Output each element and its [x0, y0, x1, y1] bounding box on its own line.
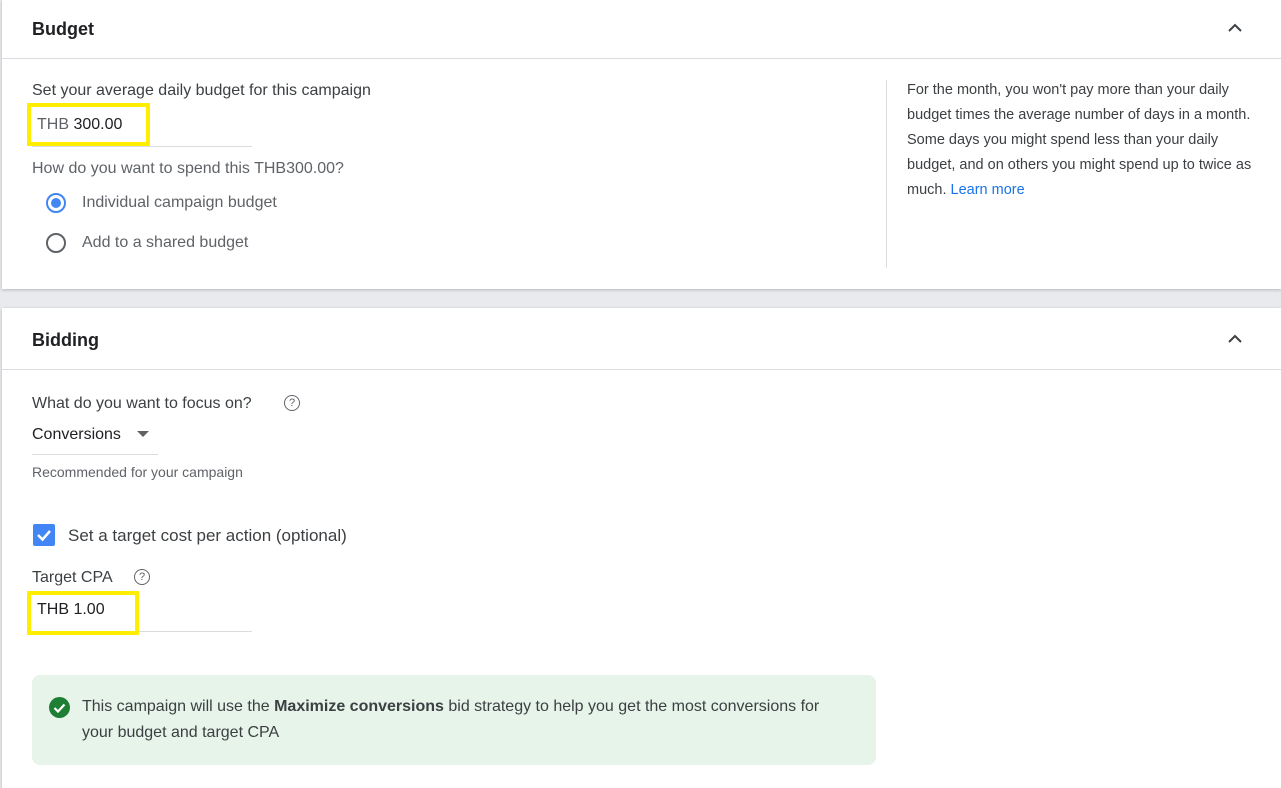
- focus-value: Conversions: [32, 426, 121, 443]
- divider: [886, 80, 887, 268]
- budget-prompt: Set your average daily budget for this c…: [32, 82, 371, 99]
- budget-title: Budget: [32, 19, 94, 39]
- learn-more-link[interactable]: Learn more: [951, 182, 1025, 198]
- radio-button[interactable]: [46, 193, 66, 213]
- spend-question: How do you want to spend this THB300.00?: [32, 160, 344, 177]
- focus-dropdown[interactable]: Conversions: [32, 416, 158, 455]
- highlight-box: [27, 591, 139, 635]
- budget-card: Budget Set your average daily budget for…: [2, 0, 1281, 289]
- chevron-up-icon[interactable]: [1225, 329, 1245, 349]
- check-circle-icon: [49, 697, 70, 718]
- bidding-header[interactable]: Bidding: [2, 308, 1281, 370]
- strategy-notice: This campaign will use the Maximize conv…: [32, 675, 876, 765]
- notice-pre: This campaign will use the: [82, 698, 275, 715]
- info-text: For the month, you won't pay more than y…: [907, 82, 1252, 198]
- bidding-title: Bidding: [32, 330, 99, 350]
- highlight-box: [27, 103, 150, 146]
- chevron-up-icon[interactable]: [1225, 18, 1245, 38]
- notice-strategy: Maximize conversions: [274, 698, 444, 715]
- radio-button[interactable]: [46, 233, 66, 253]
- checkbox-label: Set a target cost per action (optional): [68, 526, 347, 545]
- radio-label: Add to a shared budget: [82, 234, 249, 251]
- notice-text: This campaign will use the Maximize conv…: [82, 694, 852, 746]
- recommended-text: Recommended for your campaign: [32, 464, 243, 480]
- help-icon[interactable]: ?: [134, 569, 150, 585]
- budget-info: For the month, you won't pay more than y…: [907, 78, 1262, 203]
- check-icon: [37, 530, 51, 542]
- checkbox[interactable]: [33, 524, 55, 546]
- radio-label: Individual campaign budget: [82, 194, 277, 211]
- dropdown-arrow-icon: [137, 431, 149, 437]
- budget-header[interactable]: Budget: [2, 0, 1281, 59]
- target-cpa-label: Target CPA: [32, 569, 113, 586]
- focus-label: What do you want to focus on?: [32, 395, 252, 412]
- bidding-card: Bidding What do you want to focus on? ? …: [2, 308, 1281, 788]
- help-icon[interactable]: ?: [284, 395, 300, 411]
